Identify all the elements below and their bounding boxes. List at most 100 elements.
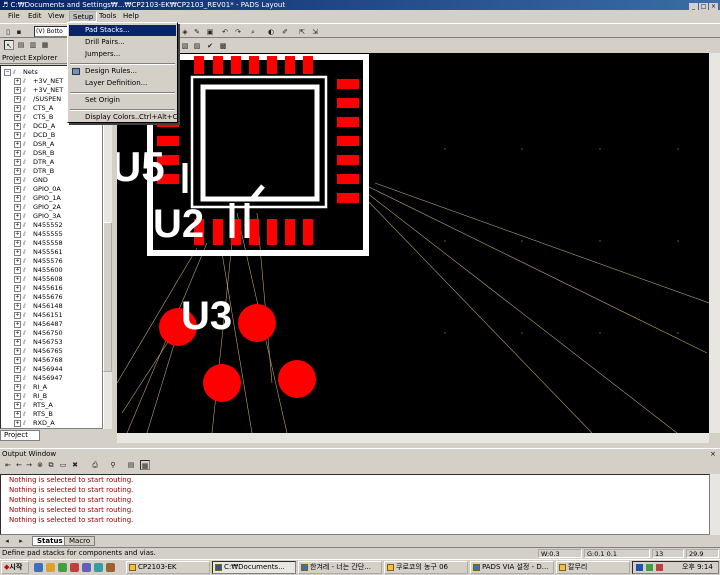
tree-net-item[interactable]: + ⫽ N456947 bbox=[11, 374, 63, 383]
expand-icon[interactable]: + bbox=[14, 375, 21, 382]
expand-icon[interactable]: + bbox=[14, 321, 21, 328]
expand-icon[interactable]: + bbox=[14, 231, 21, 238]
pencil-icon[interactable]: ✎ bbox=[192, 27, 202, 37]
component-icon[interactable]: ▣ bbox=[205, 27, 215, 37]
expand-icon[interactable]: + bbox=[14, 402, 21, 409]
task-pads-layout[interactable]: C:₩Documents... bbox=[212, 561, 296, 574]
tree-net-item[interactable]: + ⫽ GPIO_2A bbox=[11, 203, 61, 212]
expand-icon[interactable]: + bbox=[14, 87, 21, 94]
expand-icon[interactable]: + bbox=[14, 393, 21, 400]
expand-icon[interactable]: + bbox=[14, 330, 21, 337]
tree-net-item[interactable]: + ⫽ CTS_B bbox=[11, 113, 53, 122]
menu-item-jumpers[interactable]: Jumpers... bbox=[69, 49, 176, 60]
start-button[interactable]: ◆시작 bbox=[1, 561, 29, 574]
tree-net-item[interactable]: + ⫽ RI_A bbox=[11, 383, 47, 392]
expand-icon[interactable]: + bbox=[14, 132, 21, 139]
tree-net-item[interactable]: + ⫽ N456944 bbox=[11, 365, 63, 374]
tree-net-item[interactable]: + ⫽ N456151 bbox=[11, 311, 63, 320]
tree-root-nets[interactable]: − ⫽ Nets bbox=[1, 68, 38, 77]
minimize-button[interactable]: _ bbox=[689, 3, 698, 10]
undo-icon[interactable]: ↶ bbox=[220, 27, 230, 37]
tree-net-item[interactable]: + ⫽ N456750 bbox=[11, 329, 63, 338]
brush-icon[interactable]: ✐ bbox=[280, 27, 290, 37]
layers-icon[interactable]: ◐ bbox=[266, 27, 276, 37]
tree-net-item[interactable]: + ⫽ N455676 bbox=[11, 293, 63, 302]
maximize-button[interactable]: □ bbox=[699, 3, 708, 10]
collapse-icon[interactable]: − bbox=[4, 69, 11, 76]
expand-icon[interactable]: + bbox=[14, 384, 21, 391]
paste-icon[interactable]: ▭ bbox=[58, 460, 68, 470]
tab-first-icon[interactable]: ◂ bbox=[2, 536, 12, 546]
expand-icon[interactable]: + bbox=[14, 411, 21, 418]
design-icon[interactable]: ▨ bbox=[192, 41, 202, 51]
menu-help[interactable]: Help bbox=[120, 11, 142, 22]
expand-icon[interactable]: + bbox=[14, 339, 21, 346]
tree-net-item[interactable]: + ⫽ GPIO_0A bbox=[11, 185, 61, 194]
expand-icon[interactable]: + bbox=[14, 258, 21, 265]
menu-tools[interactable]: Tools bbox=[96, 11, 119, 22]
tree-net-item[interactable]: + ⫽ N455576 bbox=[11, 257, 63, 266]
redo-icon[interactable]: ↷ bbox=[233, 27, 243, 37]
print-icon[interactable]: ⎙ bbox=[90, 460, 100, 470]
expand-icon[interactable]: + bbox=[14, 213, 21, 220]
grid-icon[interactable]: ▩ bbox=[218, 41, 228, 51]
quicklaunch-messenger-icon[interactable] bbox=[94, 563, 103, 572]
tab-last-icon[interactable]: ▸ bbox=[16, 536, 26, 546]
quicklaunch-media-icon[interactable] bbox=[70, 563, 79, 572]
expand-icon[interactable]: + bbox=[14, 276, 21, 283]
tree-net-item[interactable]: + ⫽ N456148 bbox=[11, 302, 63, 311]
close-button[interactable]: × bbox=[709, 3, 718, 10]
pcb-canvas[interactable]: U5 U2 U3 bbox=[117, 53, 709, 433]
expand-icon[interactable]: + bbox=[14, 186, 21, 193]
expand-icon[interactable]: + bbox=[14, 285, 21, 292]
view-list-icon[interactable]: ▤ bbox=[126, 460, 136, 470]
tree-net-item[interactable]: + ⫽ N456765 bbox=[11, 347, 63, 356]
tree-net-item[interactable]: + ⫽ GPIO_3A bbox=[11, 212, 61, 221]
expand-icon[interactable]: + bbox=[14, 348, 21, 355]
tree-net-item[interactable]: + ⫽ RTS_B bbox=[11, 410, 53, 419]
expand-icon[interactable]: + bbox=[14, 195, 21, 202]
task-browser-2[interactable]: 쿠로코의 농구 06 bbox=[384, 561, 468, 574]
expand-icon[interactable]: + bbox=[14, 150, 21, 157]
output-icon[interactable]: ▥ bbox=[28, 40, 38, 50]
tray-clock[interactable]: 오후 9:14 bbox=[682, 562, 713, 573]
select-pointer-icon[interactable]: ↖ bbox=[4, 40, 14, 50]
tree-net-item[interactable]: + ⫽ N455608 bbox=[11, 275, 63, 284]
task-browser-3[interactable]: PADS VIA 설정 - D... bbox=[470, 561, 554, 574]
find-icon[interactable]: ⚲ bbox=[108, 460, 118, 470]
spreadsheet-icon[interactable]: ▦ bbox=[40, 40, 50, 50]
tree-net-item[interactable]: + ⫽ N456753 bbox=[11, 338, 63, 347]
tab-macro[interactable]: Macro bbox=[64, 536, 96, 546]
new-file-icon[interactable]: ▯ bbox=[3, 27, 13, 37]
tree-net-item[interactable]: + ⫽ RI_B bbox=[11, 392, 47, 401]
menu-item-drill-pairs[interactable]: Drill Pairs... bbox=[69, 37, 176, 48]
tree-net-item[interactable]: + ⫽ RXD_A bbox=[11, 419, 55, 428]
expand-icon[interactable]: + bbox=[14, 240, 21, 247]
tray-network-icon[interactable] bbox=[636, 564, 643, 571]
tree-net-item[interactable]: + ⫽ +3V_NET bbox=[11, 86, 63, 95]
expand-icon[interactable]: + bbox=[14, 96, 21, 103]
tray-volume-icon[interactable] bbox=[646, 564, 653, 571]
expand-icon[interactable]: + bbox=[14, 249, 21, 256]
canvas-horizontal-scrollbar[interactable] bbox=[117, 433, 709, 443]
menu-edit[interactable]: Edit bbox=[25, 11, 45, 22]
tree-net-item[interactable]: + ⫽ N455552 bbox=[11, 221, 63, 230]
tree-net-item[interactable]: + ⫽ GND bbox=[11, 176, 48, 185]
quicklaunch-folder-icon[interactable] bbox=[46, 563, 55, 572]
output-close-icon[interactable]: × bbox=[710, 450, 716, 458]
menu-item-display-colors[interactable]: Display Colors... Ctrl+Alt+C bbox=[69, 112, 178, 123]
quicklaunch-app-icon[interactable] bbox=[58, 563, 67, 572]
expand-icon[interactable]: + bbox=[14, 294, 21, 301]
expand-icon[interactable]: + bbox=[14, 168, 21, 175]
view-grid-icon[interactable]: ▦ bbox=[140, 460, 150, 470]
tree-net-item[interactable]: + ⫽ DTR_B bbox=[11, 167, 54, 176]
tree-net-item[interactable]: + ⫽ DSR_A bbox=[11, 140, 54, 149]
tree-net-item[interactable]: + ⫽ N456768 bbox=[11, 356, 63, 365]
expand-icon[interactable]: + bbox=[14, 312, 21, 319]
expand-icon[interactable]: + bbox=[14, 123, 21, 130]
tree-net-item[interactable]: + ⫽ N455561 bbox=[11, 248, 63, 257]
tree-net-item[interactable]: + ⫽ N455555 bbox=[11, 230, 63, 239]
verify-icon[interactable]: ✔ bbox=[205, 41, 215, 51]
quicklaunch-ie-icon[interactable] bbox=[34, 563, 43, 572]
output-log[interactable]: Nothing is selected to start routing. No… bbox=[0, 474, 710, 535]
